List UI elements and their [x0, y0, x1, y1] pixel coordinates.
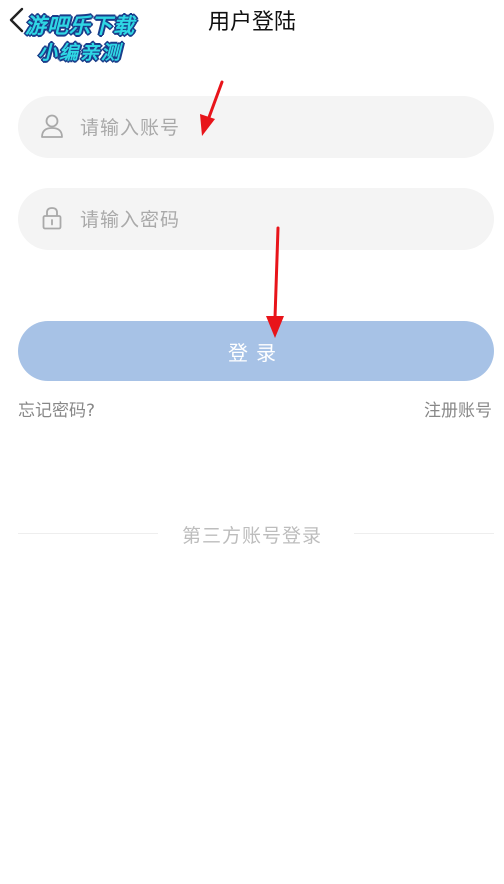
forgot-password-link[interactable]: 忘记密码? [18, 396, 95, 421]
account-placeholder: 请输入账号 [80, 117, 181, 139]
lock-icon [42, 207, 62, 230]
watermark-line-2: 小编亲测 [37, 42, 122, 64]
account-field[interactable]: 请输入账号 [18, 96, 494, 158]
watermark-logo: 游吧乐下载 小编亲测 [14, 10, 146, 66]
password-placeholder: 请输入密码 [80, 209, 181, 231]
password-field[interactable]: 请输入密码 [18, 188, 494, 250]
watermark-line-1: 游吧乐下载 [25, 14, 135, 38]
third-party-login-label: 第三方账号登录 [181, 525, 322, 547]
user-icon [41, 114, 63, 138]
register-account-link[interactable]: 注册账号 [424, 396, 492, 421]
login-button[interactable]: 登录 [18, 321, 494, 381]
